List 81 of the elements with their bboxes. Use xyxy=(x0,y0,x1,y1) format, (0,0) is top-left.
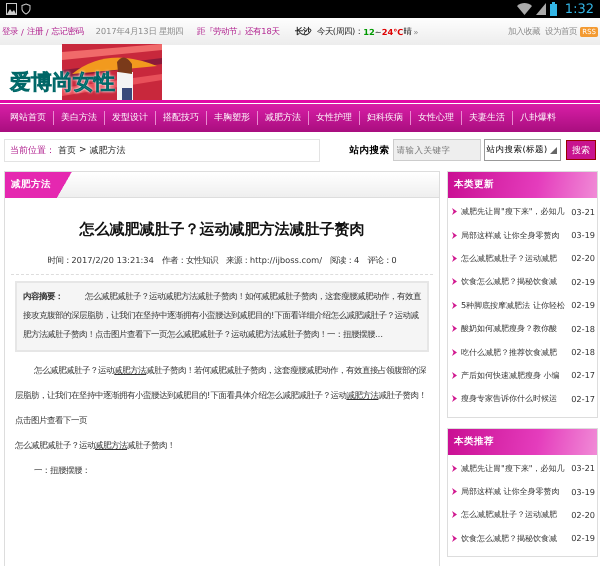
article-meta: 时间：2017/2/20 13:21:34 xyxy=(47,255,154,266)
chevron-icon xyxy=(452,464,457,472)
article-list-item[interactable]: 饮食怎么减肥？揭秘饮食减 02-19 xyxy=(452,526,597,550)
article-list-item[interactable]: 局部这样减 让你全身零赘肉 03-19 xyxy=(452,223,597,247)
dropdown-arrow-icon xyxy=(550,146,557,154)
breadcrumb-link[interactable]: 首页 xyxy=(58,144,76,156)
nav-link[interactable]: 网站首页 xyxy=(2,111,53,125)
nav-link[interactable]: 八卦爆料 xyxy=(512,111,563,125)
weather-day: 今天(周四)： xyxy=(316,26,364,37)
nav-link[interactable]: 减肥方法 xyxy=(257,111,308,125)
chevron-icon xyxy=(452,278,457,286)
date-text: 2017年4月13日 星期四 xyxy=(96,26,184,37)
panel-header: 本类推荐 xyxy=(448,428,597,455)
wifi-icon xyxy=(516,3,532,15)
weather-city: 长沙 xyxy=(294,26,311,37)
clock-time: 1:32 xyxy=(564,2,594,16)
nav-link[interactable]: 女性心理 xyxy=(410,111,461,125)
article-list-item[interactable]: 产后如何快速减肥瘦身 小编 02-17 xyxy=(452,364,597,388)
signal-icon xyxy=(536,3,546,15)
article-paragraph: 怎么减肥减肚子？运动减肥方法减肚子赘肉！若何减肥减肚子赘肉，这套瘦腰减肥动作，有效直接占领腹部的深层脂肪，让我们在坚持中逐渐拥有小蛮腰达到减肥目的!下面看具体介绍怎么减肥减肚子？运动减肥方法减肚子赘肉！ xyxy=(15,364,428,402)
link-separator: / xyxy=(46,26,49,36)
breadcrumb-label: 当前位置： xyxy=(10,144,55,156)
breadcrumb-separator: > xyxy=(79,145,87,155)
chevron-icon xyxy=(452,348,457,356)
chevron-icon xyxy=(452,372,457,379)
article-paragraph: 点击图片查看下一页 xyxy=(15,414,88,427)
search-label: 站内搜索 xyxy=(350,144,390,156)
low-temperature: 12 xyxy=(363,26,375,36)
search-field[interactable]: 请输入关键字 xyxy=(392,139,480,161)
battery-icon xyxy=(550,2,557,16)
article-list-item[interactable]: 局部这样减 让你全身零赘肉 03-19 xyxy=(452,480,597,504)
article-list-item[interactable]: 吃什么减肥？推荐饮食减肥 02-18 xyxy=(452,340,597,364)
shield-icon xyxy=(21,3,31,15)
keyword-link[interactable]: 减肥方法 xyxy=(95,440,127,450)
nav-link[interactable]: 搭配技巧 xyxy=(155,111,206,125)
breadcrumb-link[interactable]: 减肥方法 xyxy=(90,144,126,156)
chevron-icon xyxy=(452,488,457,496)
nav-link[interactable]: 丰胸塑形 xyxy=(206,111,257,125)
article-list-item[interactable]: 5种脚底按摩减肥法 让你轻松 02-19 xyxy=(452,294,597,317)
high-temperature: 24℃ xyxy=(382,26,404,36)
article-meta: 作者：女性知识 xyxy=(162,255,218,266)
nav-link[interactable]: 发型设计 xyxy=(104,111,155,125)
nav-link[interactable]: 夫妻生活 xyxy=(461,111,512,125)
account-link[interactable]: 登录 xyxy=(2,26,18,37)
summary-text: 内容摘要： 怎么减肥减肚子？运动减肥方法减肚子赘肉！如何减肥减肚子赘肉，这套瘦腰减肥动作，有效直接攻克腹部的深层脂肪，让我们在坚持中逐渐拥有小蛮腰达到减肥目的!下面看详细介绍怎么减肥减肚子？运动减肥方法减肚子赘肉！点击图片查看下一页怎么减肥减肚子？运动减肥方法减肚子赘肉！一：扭腰摆腰... xyxy=(15,281,429,352)
article-title: 怎么减肥减肚子？运动减肥方法减肚子赘肉 xyxy=(78,220,366,239)
article-paragraph: 一：扭腰摆腰： xyxy=(33,464,92,477)
article-list-item[interactable]: 怎么减肥减肚子？运动减肥 02-20 xyxy=(452,246,597,270)
chevron-icon xyxy=(452,325,457,332)
article-list-item[interactable]: 酸奶如何减肥瘦身？教你酸 02-18 xyxy=(452,316,597,340)
chevron-icon xyxy=(452,395,457,402)
article-list-item[interactable]: 饮食怎么减肥？揭秘饮食减 02-19 xyxy=(452,270,597,294)
keyword-link[interactable]: 减肥方法 xyxy=(114,365,146,375)
chevron-icon xyxy=(452,302,457,309)
keyword-link[interactable]: 减肥方法 xyxy=(346,390,378,400)
range-separator: ~ xyxy=(374,26,382,36)
article-list-item[interactable]: 怎么减肥减肚子？运动减肥 02-20 xyxy=(452,503,597,527)
chevron-icon xyxy=(452,232,457,239)
search-button[interactable]: 搜索 xyxy=(566,140,596,160)
nav-link[interactable]: 女性护理 xyxy=(308,111,359,125)
chevron-icon xyxy=(452,254,457,262)
article-meta: 阅读：4 xyxy=(330,255,360,266)
article-paragraph: 怎么减肥减肚子？运动减肥方法减肚子赘肉！ xyxy=(15,439,176,452)
account-link[interactable]: 注册 xyxy=(26,26,43,37)
nav-link[interactable]: 妇科疾病 xyxy=(359,111,410,125)
chevron-icon xyxy=(452,208,457,216)
article-list-item[interactable]: 减肥先让胃"瘦下来"，必知几 03-21 xyxy=(452,456,597,480)
article-meta: 来源：http://ijboss.com/ xyxy=(226,255,322,266)
nav-link[interactable]: 美白方法 xyxy=(53,111,104,125)
picture-notification-icon xyxy=(6,3,17,15)
holiday-countdown: 距『劳动节』还有18天 xyxy=(197,26,280,37)
search-scope-dropdown[interactable]: 站内搜索(标题) xyxy=(484,139,561,161)
panel-header: 本类更新 xyxy=(448,172,597,198)
chevron-icon xyxy=(452,534,457,542)
link-separator: / xyxy=(21,26,24,36)
weather-condition: 晴 xyxy=(403,26,412,37)
chevron-icon xyxy=(452,511,457,518)
account-link[interactable]: 忘记密码 xyxy=(52,26,84,37)
article-list-item[interactable]: 减肥先让胃"瘦下来"，必知几 03-21 xyxy=(452,200,597,224)
article-meta: 评论：0 xyxy=(367,255,397,266)
article-list-item[interactable]: 瘦身专家告诉你什么时候运 02-17 xyxy=(452,387,597,411)
